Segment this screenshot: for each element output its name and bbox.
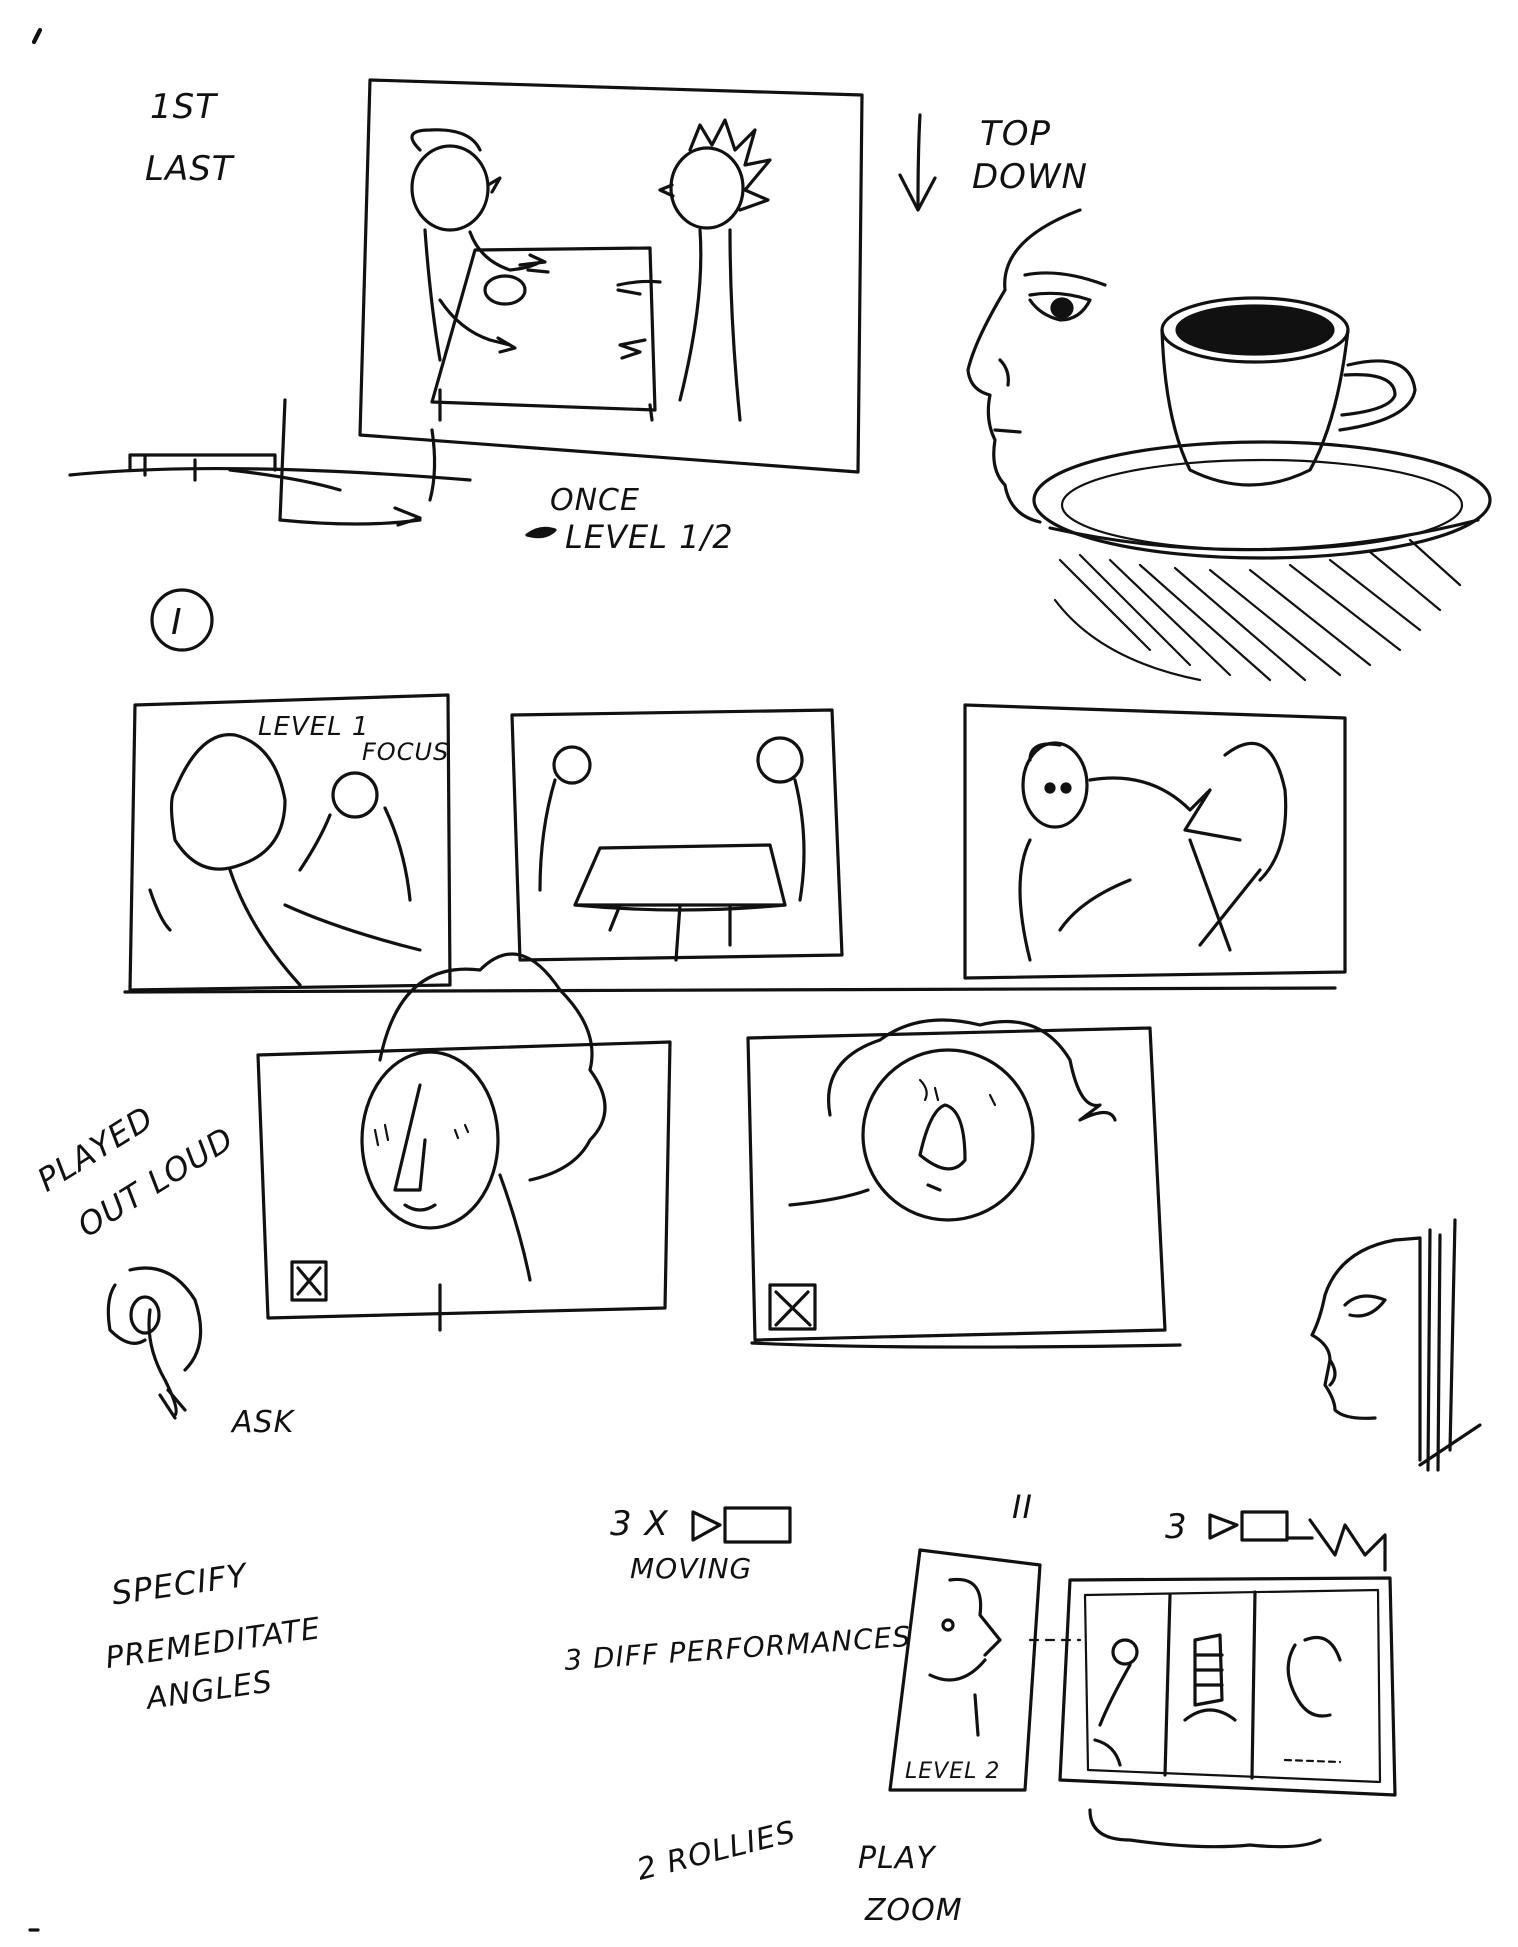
note-zoom: ZOOM <box>864 1893 963 1928</box>
coffee-cup-illustration <box>1032 296 1492 682</box>
panel-triptych <box>1058 1518 1397 1797</box>
panel-level-two <box>888 1548 1042 1792</box>
storyboard-sketch-sheet: 1ST LAST TOP DOWN ONCE LEVEL 1/2 I LEVEL… <box>28 27 1492 1932</box>
section-two-label: II <box>1012 1488 1033 1526</box>
note-level-half: LEVEL 1/2 <box>565 518 734 556</box>
note-rollies: 2 ROLLIES <box>633 1815 799 1888</box>
note-moving: MOVING <box>630 1552 752 1585</box>
ear-listener-sketch <box>106 1266 203 1420</box>
note-top: TOP <box>980 114 1051 154</box>
note-three: 3 <box>1165 1507 1188 1547</box>
note-specify-1: SPECIFY <box>109 1556 251 1613</box>
panel-top-two-figures <box>358 78 864 474</box>
note-specify: SPECIFY PREMEDITATE ANGLES <box>103 1556 323 1717</box>
panel-face-left <box>256 952 672 1332</box>
note-level-2: LEVEL 2 <box>905 1759 1000 1784</box>
panel-table-topdown <box>510 708 844 962</box>
down-arrow <box>898 113 937 212</box>
note-performances: 3 DIFF PERFORMANCES <box>563 1620 912 1677</box>
note-specify-2: PREMEDITATE <box>103 1611 323 1676</box>
panel-figure-closeup <box>963 703 1347 980</box>
note-1st: 1ST <box>150 87 218 127</box>
note-played-out-loud: PLAYED OUT LOUD <box>31 1099 241 1245</box>
face-profile-top <box>966 208 1107 524</box>
once-bullet <box>525 526 557 539</box>
row-divider-2 <box>750 1341 1182 1349</box>
note-last: LAST <box>145 149 235 189</box>
three-camera-note: 3 <box>1165 1507 1314 1547</box>
note-play: PLAY <box>858 1841 937 1876</box>
moving-camera-note: 3 X MOVING <box>610 1504 792 1585</box>
note-3x: 3 X <box>610 1504 669 1544</box>
section-one-label: I <box>171 602 183 643</box>
corner-mark <box>31 27 43 45</box>
note-once: ONCE <box>550 483 640 518</box>
panel-face-right <box>746 1018 1167 1342</box>
face-profile-right <box>1310 1218 1482 1472</box>
note-ask: ASK <box>230 1405 296 1440</box>
note-level-1: LEVEL 1 <box>258 712 369 742</box>
note-specify-3: ANGLES <box>142 1664 275 1717</box>
note-down: DOWN <box>972 157 1088 197</box>
axis-sketch <box>68 398 472 527</box>
zoom-bracket <box>1088 1808 1322 1849</box>
section-one-marker: I <box>150 588 214 652</box>
note-focus: FOCUS <box>362 738 449 766</box>
